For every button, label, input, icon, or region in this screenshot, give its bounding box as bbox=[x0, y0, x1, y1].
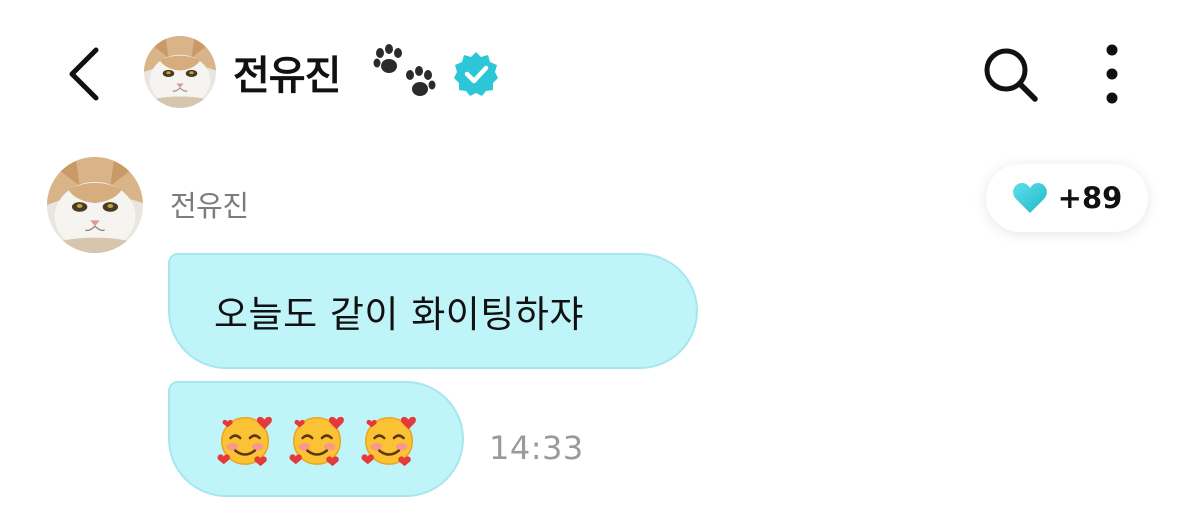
paw-prints-icon bbox=[373, 44, 436, 96]
more-vertical-icon bbox=[1106, 44, 1118, 104]
smiling-face-with-hearts-icon bbox=[360, 408, 422, 470]
more-options-button[interactable] bbox=[1094, 42, 1130, 106]
like-reaction-button[interactable]: +89 bbox=[986, 164, 1148, 232]
message-timestamp: 14:33 bbox=[489, 429, 584, 467]
chevron-left-icon bbox=[69, 47, 99, 101]
message-bubble-text[interactable]: 오늘도 같이 화이팅하쟈 bbox=[168, 253, 698, 369]
smiling-face-with-hearts-icon bbox=[288, 408, 350, 470]
back-button[interactable] bbox=[56, 42, 112, 106]
search-button[interactable] bbox=[980, 44, 1042, 106]
sender-avatar[interactable] bbox=[47, 157, 143, 253]
contact-name[interactable]: 전유진 bbox=[233, 44, 341, 100]
like-count: +89 bbox=[1057, 181, 1123, 215]
smiling-face-with-hearts-icon bbox=[216, 408, 278, 470]
chat-header: 전유진 bbox=[0, 0, 1179, 140]
heart-icon bbox=[1012, 183, 1047, 213]
search-icon bbox=[984, 48, 1038, 102]
header-avatar[interactable] bbox=[144, 36, 216, 108]
message-text: 오늘도 같이 화이팅하쟈 bbox=[214, 293, 584, 336]
verified-badge-icon bbox=[454, 52, 498, 96]
message-bubble-emoji[interactable] bbox=[168, 381, 464, 497]
cat-avatar-image bbox=[144, 36, 216, 108]
cat-avatar-image bbox=[47, 157, 143, 253]
sender-name: 전유진 bbox=[170, 189, 249, 223]
